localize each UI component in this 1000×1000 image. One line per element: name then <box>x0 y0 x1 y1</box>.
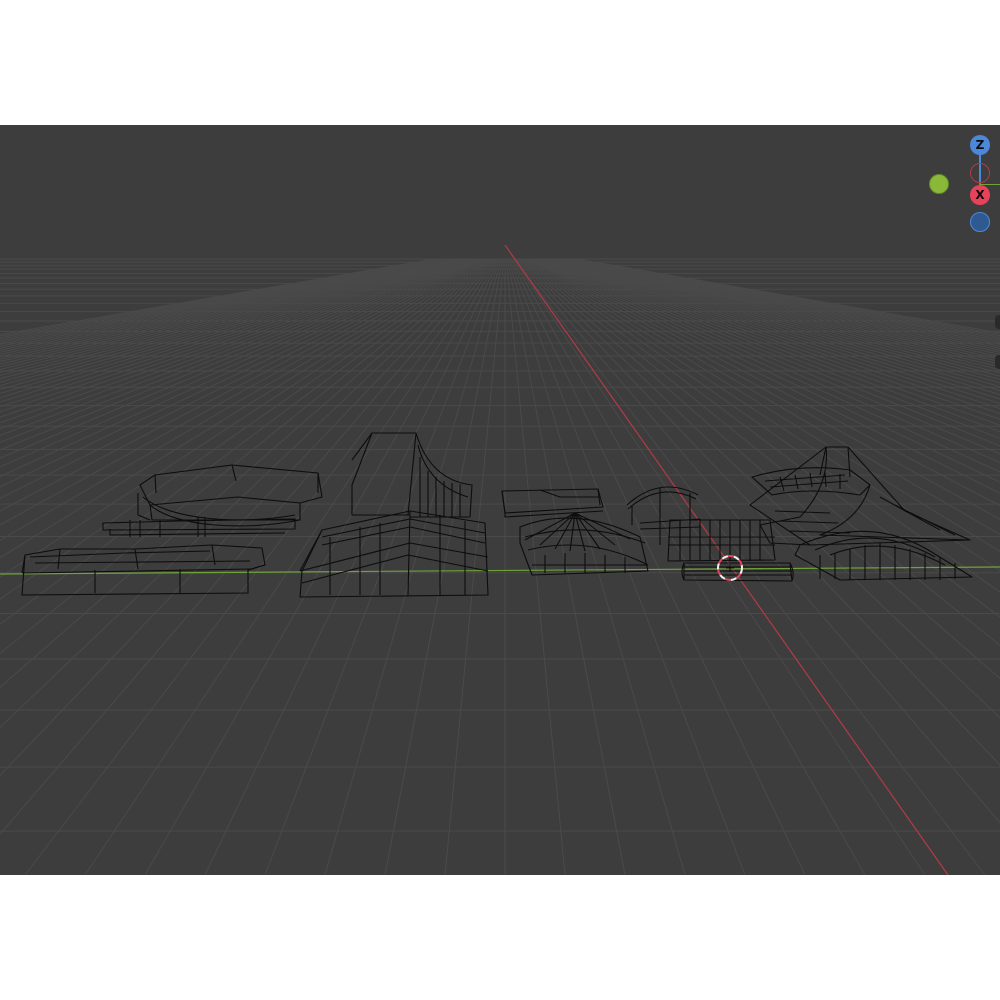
scene-canvas[interactable] <box>0 125 1000 875</box>
grid-line <box>444 258 505 875</box>
grid-line <box>0 258 464 399</box>
wireframe-object-rails[interactable] <box>626 486 794 582</box>
gizmo-y-axis-button[interactable] <box>929 174 949 194</box>
grid-line <box>0 258 456 376</box>
grid-line <box>384 258 504 875</box>
wireframe-object-bowl[interactable] <box>501 488 649 576</box>
page: Z X <box>0 0 1000 1000</box>
grid-line <box>0 258 466 408</box>
gizmo-x-axis-button[interactable]: X <box>970 185 990 205</box>
grid-line <box>0 258 444 351</box>
navigation-gizmo-icon[interactable]: Z X <box>920 125 1000 235</box>
gizmo-neg-z-axis-button[interactable] <box>970 212 990 232</box>
gizmo-x-label: X <box>975 188 985 202</box>
grid-line <box>505 258 566 875</box>
sidebar-tab-handle[interactable] <box>995 355 1000 369</box>
gizmo-neg-x-axis-button[interactable] <box>970 163 990 183</box>
grid-line <box>0 258 443 349</box>
grid-line <box>0 258 478 477</box>
wireframe-object-plaza[interactable] <box>21 464 323 596</box>
sidebar-tab-handle[interactable] <box>995 315 1000 329</box>
grid-line <box>0 258 458 380</box>
grid-line <box>506 258 626 875</box>
3d-viewport[interactable]: Z X <box>0 125 1000 875</box>
grid-line <box>84 258 498 875</box>
gizmo-z-label: Z <box>975 138 985 152</box>
grid-line <box>0 258 446 353</box>
gizmo-z-axis-button[interactable]: Z <box>970 135 990 155</box>
grid-line <box>204 258 500 875</box>
grid-line <box>0 258 455 373</box>
grid-line <box>0 258 462 394</box>
grid-line <box>144 258 499 875</box>
grid-line <box>0 258 481 499</box>
grid-line <box>0 258 473 443</box>
grid-line <box>0 258 476 459</box>
grid-line <box>0 258 479 488</box>
grid-line <box>0 258 461 390</box>
